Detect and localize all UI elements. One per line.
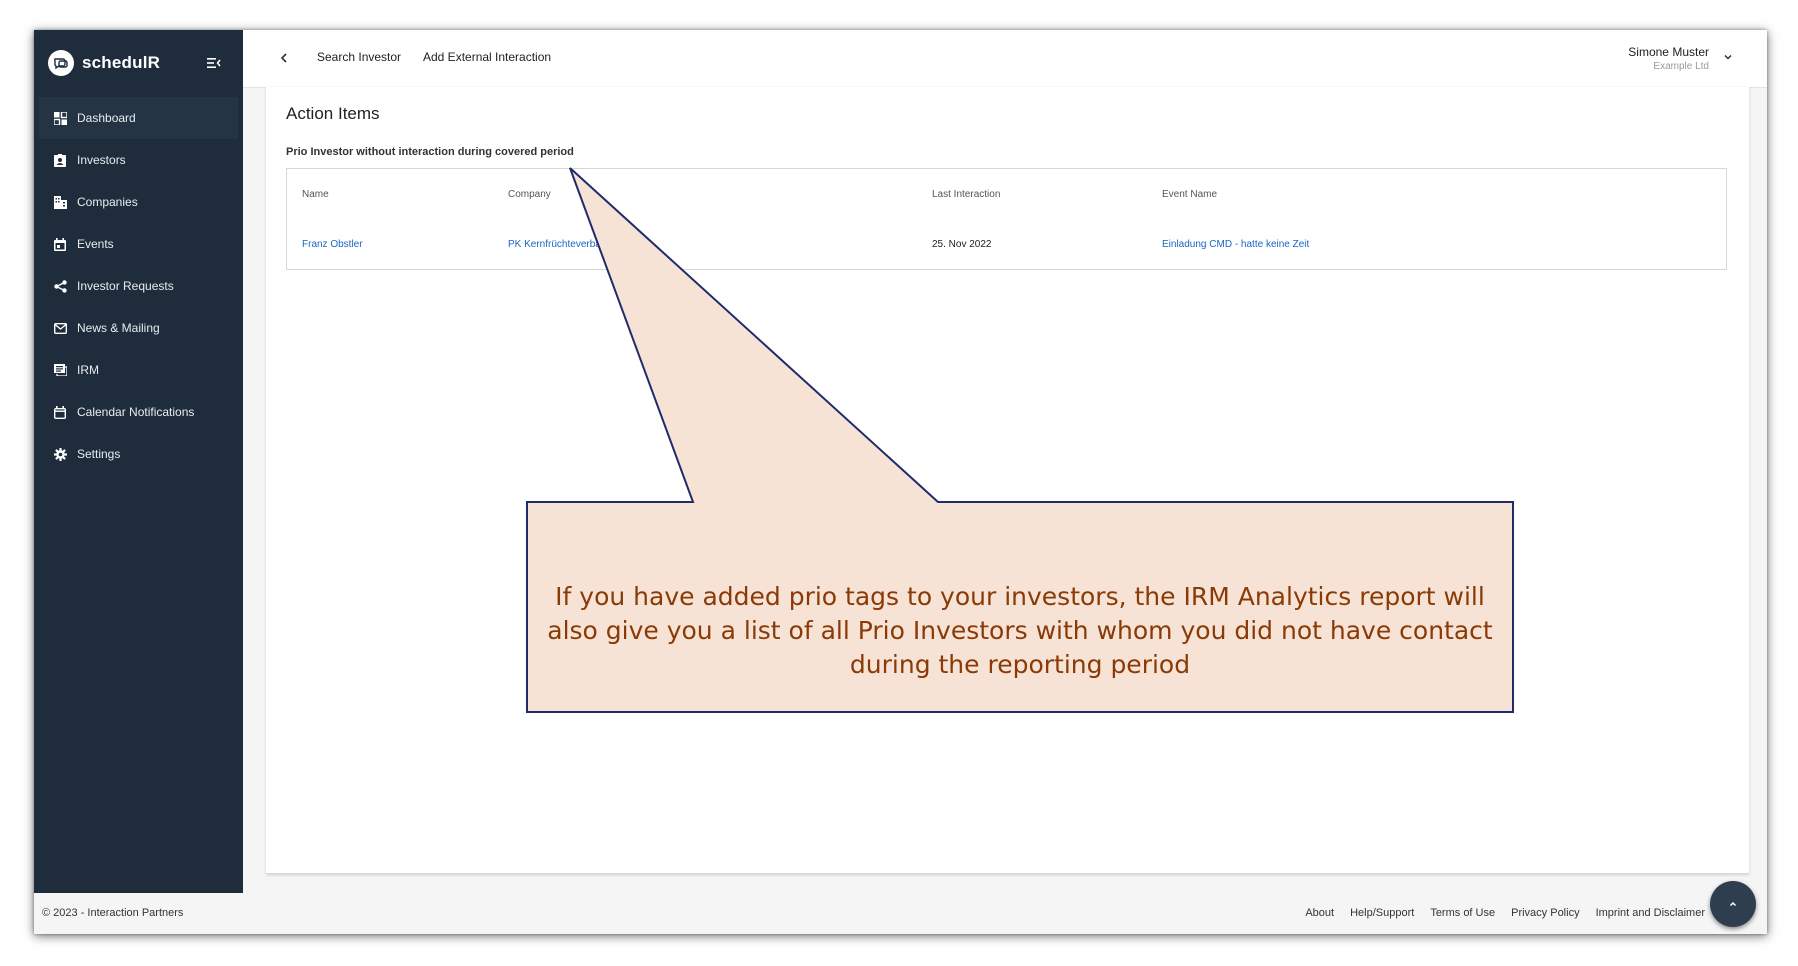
sidebar-item-calendar-notifications[interactable]: Calendar Notifications <box>34 391 243 433</box>
table-subtitle: Prio Investor without interaction during… <box>286 146 574 158</box>
footer-link-imprint[interactable]: Imprint and Disclaimer <box>1596 907 1705 919</box>
footer-link-help-support[interactable]: Help/Support <box>1350 907 1414 919</box>
sidebar: schedulR Dashboard Investors Companies E… <box>34 30 243 893</box>
report-icon <box>53 363 67 377</box>
main-content: Action Items Prio Investor without inter… <box>266 87 1749 874</box>
sidebar-item-investor-requests[interactable]: Investor Requests <box>34 265 243 307</box>
sidebar-item-label: IRM <box>77 363 99 377</box>
column-header-event-name: Event Name <box>1162 189 1218 200</box>
copyright: © 2023 - Interaction Partners <box>42 907 184 919</box>
sidebar-item-label: Investor Requests <box>77 279 174 293</box>
footer-link-privacy[interactable]: Privacy Policy <box>1511 907 1579 919</box>
gear-icon <box>53 447 67 461</box>
calendar-icon <box>53 237 67 251</box>
company-link[interactable]: PK Kernfrüchteverband <box>508 239 612 250</box>
top-bar: Search Investor Add External Interaction… <box>243 30 1767 88</box>
footer-link-terms[interactable]: Terms of Use <box>1430 907 1495 919</box>
calendar-notification-icon <box>53 405 67 419</box>
sidebar-item-companies[interactable]: Companies <box>34 181 243 223</box>
sidebar-item-irm[interactable]: IRM <box>34 349 243 391</box>
app-window: schedulR Dashboard Investors Companies E… <box>34 30 1767 934</box>
sidebar-item-label: Settings <box>77 447 121 461</box>
column-header-company: Company <box>508 189 551 200</box>
footer-links: About Help/Support Terms of Use Privacy … <box>1305 907 1705 919</box>
search-investor-link[interactable]: Search Investor <box>317 50 401 64</box>
action-items-table: Name Company Last Interaction Event Name… <box>286 168 1727 270</box>
last-interaction-date: 25. Nov 2022 <box>932 239 992 250</box>
sidebar-item-label: News & Mailing <box>77 321 160 335</box>
footer: © 2023 - Interaction Partners About Help… <box>34 893 1767 934</box>
column-header-name: Name <box>302 189 329 200</box>
sidebar-item-settings[interactable]: Settings <box>34 433 243 475</box>
brand-logo-icon <box>48 50 74 76</box>
investor-name-link[interactable]: Franz Obstler <box>302 239 363 250</box>
mail-icon <box>53 321 67 335</box>
sidebar-item-news-mailing[interactable]: News & Mailing <box>34 307 243 349</box>
column-header-last-interaction: Last Interaction <box>932 189 1001 200</box>
scroll-to-top-button[interactable] <box>1710 881 1756 927</box>
callout-text: If you have added prio tags to your inve… <box>547 581 1493 679</box>
brand[interactable]: schedulR <box>48 49 160 77</box>
footer-link-about[interactable]: About <box>1305 907 1334 919</box>
sidebar-item-label: Events <box>77 237 114 251</box>
investor-badge-icon <box>53 153 67 167</box>
section-title: Action Items <box>286 104 380 123</box>
sidebar-item-events[interactable]: Events <box>34 223 243 265</box>
dashboard-icon <box>53 111 67 125</box>
add-external-interaction-link[interactable]: Add External Interaction <box>423 50 551 64</box>
brand-name: schedulR <box>82 53 161 72</box>
user-company: Example Ltd <box>1653 61 1709 72</box>
sidebar-item-label: Dashboard <box>77 111 136 125</box>
share-icon <box>53 279 67 293</box>
sidebar-item-dashboard[interactable]: Dashboard <box>39 97 238 139</box>
building-icon <box>53 195 67 209</box>
event-name-link[interactable]: Einladung CMD - hatte keine Zeit <box>1162 239 1309 250</box>
collapse-menu-icon[interactable] <box>207 57 221 69</box>
sidebar-nav: Dashboard Investors Companies Events Inv… <box>34 97 243 475</box>
sidebar-item-investors[interactable]: Investors <box>34 139 243 181</box>
sidebar-item-label: Companies <box>77 195 138 209</box>
sidebar-item-label: Calendar Notifications <box>77 405 195 419</box>
chevron-up-icon <box>1729 901 1737 907</box>
sidebar-item-label: Investors <box>77 153 126 167</box>
chevron-down-icon[interactable] <box>1723 52 1733 62</box>
chevron-left-icon[interactable] <box>279 52 289 64</box>
user-name[interactable]: Simone Muster <box>1628 45 1709 59</box>
